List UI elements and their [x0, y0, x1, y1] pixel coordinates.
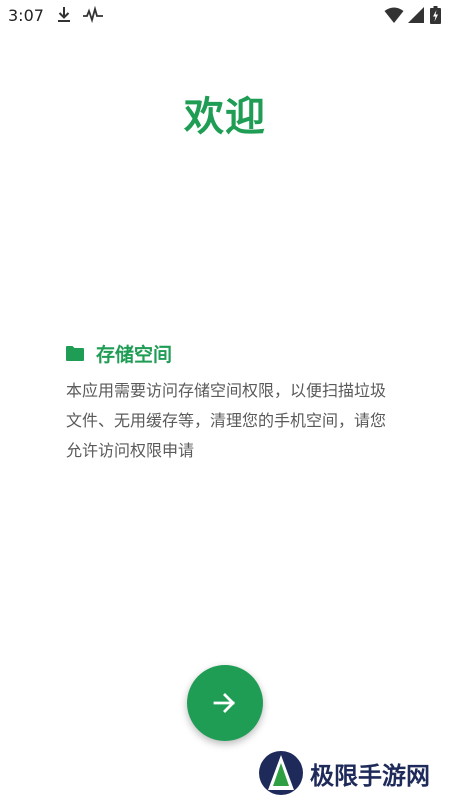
activity-icon	[83, 6, 103, 24]
status-bar: 3:07	[0, 0, 450, 32]
arrow-right-icon	[213, 693, 235, 713]
next-button[interactable]	[187, 665, 263, 741]
watermark-logo	[259, 751, 303, 795]
wifi-icon	[384, 7, 404, 23]
download-icon	[58, 7, 70, 22]
folder-icon	[66, 346, 84, 361]
battery-icon	[430, 6, 441, 24]
status-time: 3:07	[8, 6, 44, 25]
watermark-text: 极限手游网	[310, 760, 430, 790]
signal-icon	[408, 7, 424, 23]
permission-title: 存储空间	[96, 343, 173, 366]
welcome-title: 欢迎	[184, 94, 266, 140]
permission-description: 本应用需要访问存储空间权限，以便扫描垃圾文件、无用缓存等，清理您的手机空间，请您…	[66, 381, 387, 460]
permission-heading: 存储空间	[66, 340, 172, 366]
watermark: 极限手游网	[258, 750, 430, 796]
